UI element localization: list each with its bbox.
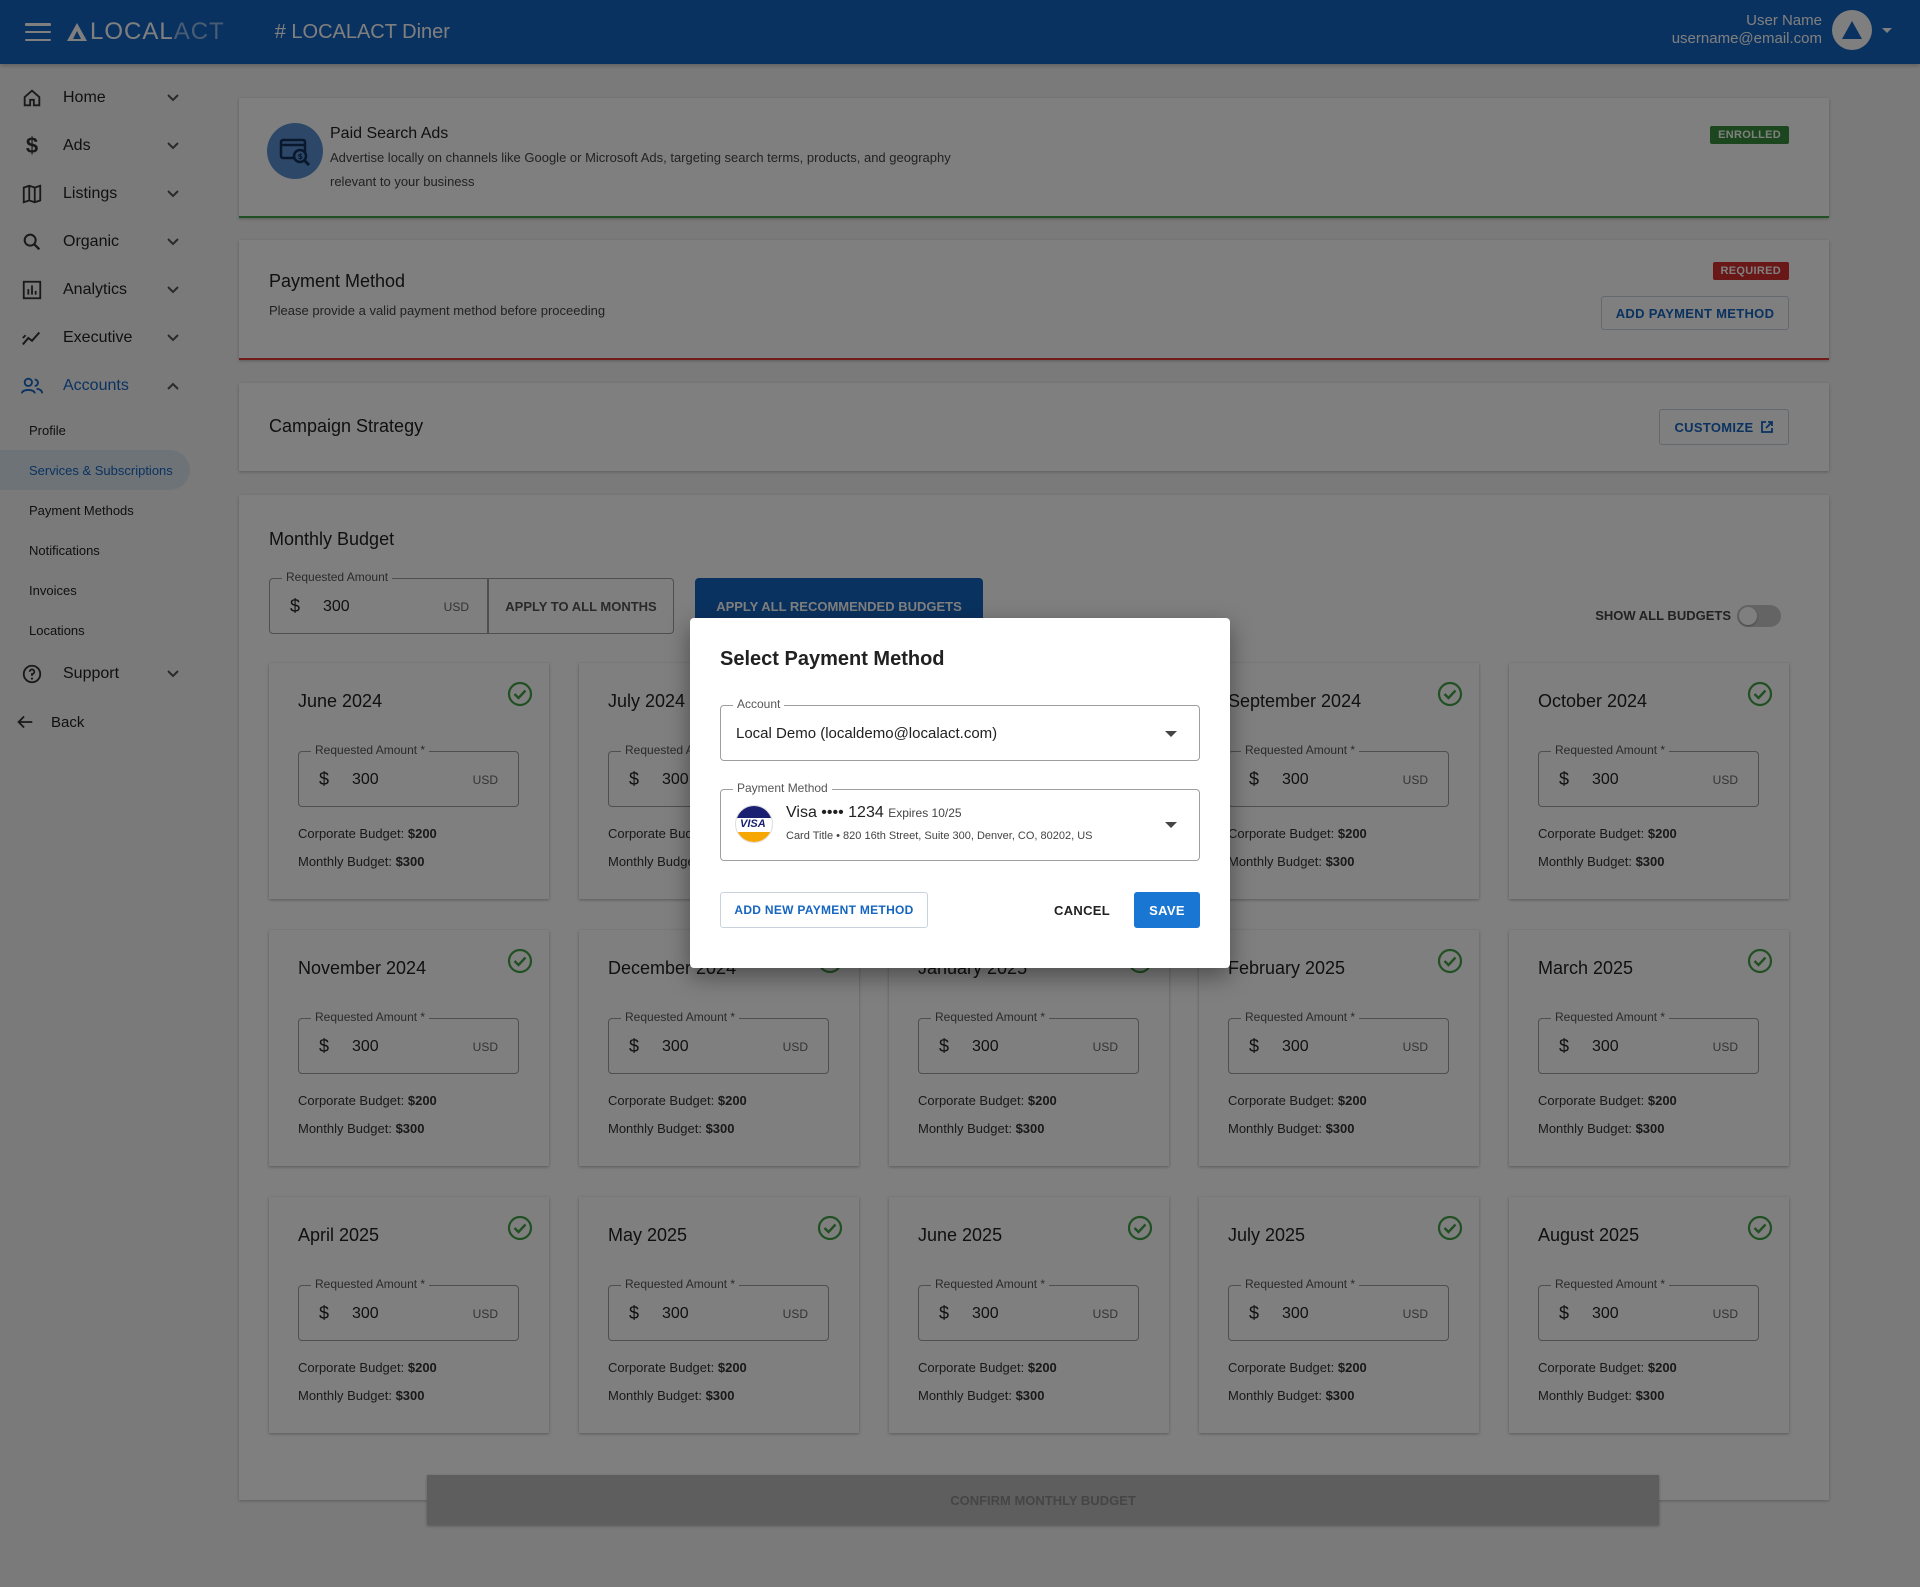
- chevron-down-icon: [1165, 822, 1177, 828]
- card-number: •••• 1234: [821, 804, 884, 821]
- visa-card-icon: VISA: [735, 805, 773, 843]
- card-expiry: Expires 10/25: [888, 806, 962, 820]
- card-brand: Visa: [786, 804, 817, 821]
- add-new-payment-method-button[interactable]: ADD NEW PAYMENT METHOD: [720, 892, 928, 928]
- cancel-button[interactable]: CANCEL: [1042, 892, 1122, 928]
- account-value: Local Demo (localdemo@localact.com): [736, 725, 998, 742]
- select-payment-method-dialog: Select Payment Method Account Local Demo…: [690, 618, 1230, 968]
- payment-method-select[interactable]: Payment Method VISA Visa •••• 1234 Expir…: [720, 781, 1200, 861]
- chevron-down-icon: [1165, 731, 1177, 737]
- card-detail: Card Title • 820 16th Street, Suite 300,…: [786, 830, 1093, 842]
- dialog-title: Select Payment Method: [720, 648, 945, 670]
- save-button[interactable]: SAVE: [1134, 892, 1200, 928]
- account-select[interactable]: Account Local Demo (localdemo@localact.c…: [720, 697, 1200, 761]
